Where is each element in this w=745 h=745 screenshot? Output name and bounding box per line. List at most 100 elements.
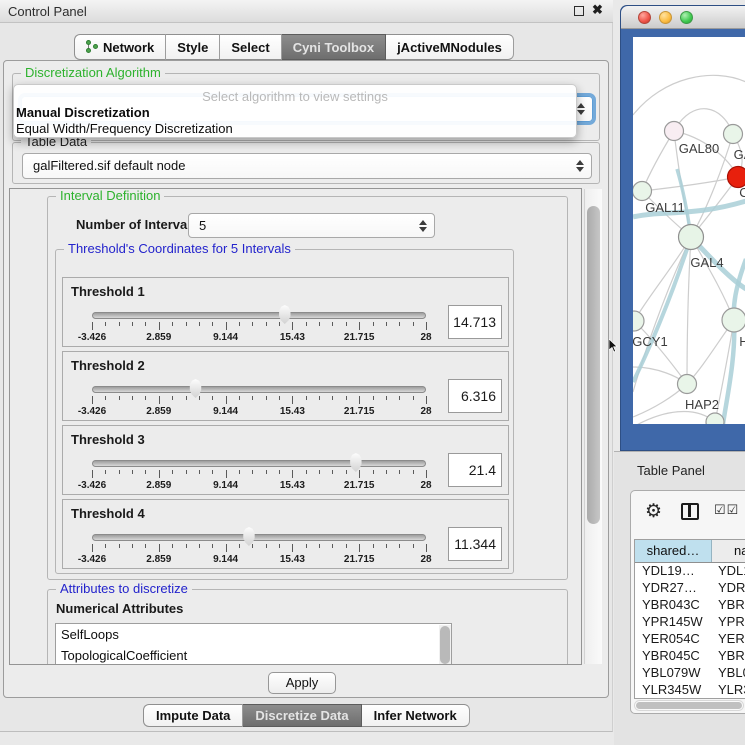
scrollbar-thumb[interactable] <box>440 626 450 664</box>
cell-name[interactable]: YBL0 <box>712 665 745 682</box>
scrollbar-thumb[interactable] <box>636 702 742 709</box>
table-row[interactable]: YBR045CYBR0 <box>635 648 745 665</box>
slider-tick-label: 2.859 <box>146 406 171 417</box>
slider-tick-label: -3.426 <box>78 480 106 491</box>
network-node[interactable] <box>678 375 697 394</box>
tab-jactivemnodules[interactable]: jActiveMNodules <box>386 34 514 60</box>
cell-shared-name[interactable]: YBL079W <box>635 665 712 682</box>
scrollbar-thumb[interactable] <box>587 206 600 524</box>
slider-tick <box>159 396 160 404</box>
threshold-value-field[interactable]: 14.713 <box>448 305 502 339</box>
cell-shared-name[interactable]: YBR043C <box>635 597 712 614</box>
network-edge[interactable] <box>642 177 738 191</box>
table-row[interactable]: YLR345WYLR3 <box>635 682 745 699</box>
slider-track[interactable] <box>92 460 426 467</box>
popup-option-equal-width-frequency-discretization[interactable]: Equal Width/Frequency Discretization <box>16 121 572 137</box>
threshold-slider[interactable]: -3.4262.8599.14415.4321.71528 <box>92 453 426 495</box>
attributes-list-scrollbar[interactable] <box>439 625 451 665</box>
slider-thumb[interactable] <box>188 379 203 398</box>
column-header-name[interactable]: na <box>712 540 745 562</box>
network-edge[interactable] <box>642 131 674 191</box>
cell-shared-name[interactable]: YDR27… <box>635 580 712 597</box>
network-edge[interactable] <box>633 411 715 424</box>
network-graph[interactable]: GAL80GACGAL11GAL4GCY1HHAP2 <box>633 37 745 424</box>
slider-tick <box>386 544 387 548</box>
close-traffic-light-icon[interactable] <box>638 11 651 24</box>
slider-track[interactable] <box>92 312 426 319</box>
slider-track[interactable] <box>92 534 426 541</box>
threshold-slider[interactable]: -3.4262.8599.14415.4321.71528 <box>92 379 426 421</box>
tab-network[interactable]: Network <box>74 34 166 60</box>
number-of-intervals-combobox[interactable]: 5 <box>188 213 435 238</box>
network-node[interactable] <box>665 122 684 141</box>
popup-option-manual-discretization[interactable]: Manual Discretization <box>16 105 572 121</box>
column-layout-icon[interactable] <box>681 503 699 520</box>
table-row[interactable]: YDL19…YDL1 <box>635 563 745 580</box>
cell-shared-name[interactable]: YER054C <box>635 631 712 648</box>
slider-tick <box>306 544 307 548</box>
threshold-value-field[interactable]: 11.344 <box>448 527 502 561</box>
slider-tick <box>266 322 267 326</box>
network-edge[interactable] <box>691 237 734 320</box>
network-edge[interactable] <box>633 75 745 115</box>
slider-thumb[interactable] <box>241 527 256 546</box>
apply-button[interactable]: Apply <box>268 672 336 694</box>
numerical-attributes-list[interactable]: SelfLoopsTopologicalCoefficientBetweenne… <box>55 623 452 665</box>
minimize-traffic-light-icon[interactable] <box>659 11 672 24</box>
cell-shared-name[interactable]: YBR045C <box>635 648 712 665</box>
network-canvas[interactable]: GAL80GACGAL11GAL4GCY1HHAP2 <box>633 37 745 424</box>
thresholds-groupbox: Threshold's Coordinates for 5 Intervals … <box>55 249 514 574</box>
network-node[interactable] <box>724 125 743 144</box>
column-header-shared-name[interactable]: shared… <box>635 540 712 562</box>
gear-icon[interactable]: ⚙ <box>645 500 662 523</box>
slider-tick-label: 9.144 <box>213 332 238 343</box>
threshold-slider[interactable]: -3.4262.8599.14415.4321.71528 <box>92 527 426 569</box>
network-node[interactable] <box>722 308 745 332</box>
checkbox-checked-icons[interactable]: ☑☑ <box>714 502 739 518</box>
network-edge[interactable] <box>634 321 687 384</box>
threshold-slider[interactable]: -3.4262.8599.14415.4321.71528 <box>92 305 426 347</box>
cell-name[interactable]: YLR3 <box>712 682 745 699</box>
tab-cyni-toolbox[interactable]: Cyni Toolbox <box>282 34 386 60</box>
close-icon[interactable]: ✖ <box>592 2 603 18</box>
table-row[interactable]: YDR27…YDR2 <box>635 580 745 597</box>
float-window-icon[interactable] <box>574 6 584 16</box>
slider-thumb[interactable] <box>348 453 363 472</box>
cell-shared-name[interactable]: YLR345W <box>635 682 712 699</box>
threshold-value-field[interactable]: 21.4 <box>448 453 502 487</box>
settings-scrollbar[interactable] <box>584 189 602 664</box>
cell-name[interactable]: YER0 <box>712 631 745 648</box>
network-node[interactable] <box>633 311 644 331</box>
panel-title: Control Panel <box>8 4 87 19</box>
tab-style[interactable]: Style <box>166 34 220 60</box>
cell-shared-name[interactable]: YDL19… <box>635 563 712 580</box>
table-data-combobox[interactable]: galFiltered.sif default node <box>22 153 592 179</box>
network-node[interactable] <box>633 182 652 201</box>
zoom-traffic-light-icon[interactable] <box>680 11 693 24</box>
slider-track[interactable] <box>92 386 426 393</box>
table-row[interactable]: YBR043CYBR0 <box>635 597 745 614</box>
cell-name[interactable]: YBR0 <box>712 648 745 665</box>
attribute-item-topologicalcoefficient[interactable]: TopologicalCoefficient <box>56 645 451 665</box>
tab-infer-network[interactable]: Infer Network <box>362 704 470 727</box>
network-edge[interactable] <box>634 237 691 321</box>
table-horizontal-scrollbar[interactable] <box>634 700 744 711</box>
table-row[interactable]: YBL079WYBL0 <box>635 665 745 682</box>
table-row[interactable]: YER054CYER0 <box>635 631 745 648</box>
threshold-value-field[interactable]: 6.316 <box>448 379 502 413</box>
cell-name[interactable]: YBR0 <box>712 597 745 614</box>
slider-tick <box>279 396 280 400</box>
slider-tick <box>92 396 93 404</box>
attribute-item-selfloops[interactable]: SelfLoops <box>56 624 451 645</box>
network-node[interactable] <box>679 225 704 250</box>
cell-shared-name[interactable]: YPR145W <box>635 614 712 631</box>
cell-name[interactable]: YDR2 <box>712 580 745 597</box>
cell-name[interactable]: YPR1 <box>712 614 745 631</box>
table-row[interactable]: YPR145WYPR1 <box>635 614 745 631</box>
tab-discretize-data[interactable]: Discretize Data <box>243 704 361 727</box>
tab-impute-data[interactable]: Impute Data <box>143 704 243 727</box>
cell-name[interactable]: YDL1 <box>712 563 745 580</box>
tab-select[interactable]: Select <box>220 34 281 60</box>
slider-tick-label: 9.144 <box>213 554 238 565</box>
network-node[interactable] <box>706 413 724 424</box>
